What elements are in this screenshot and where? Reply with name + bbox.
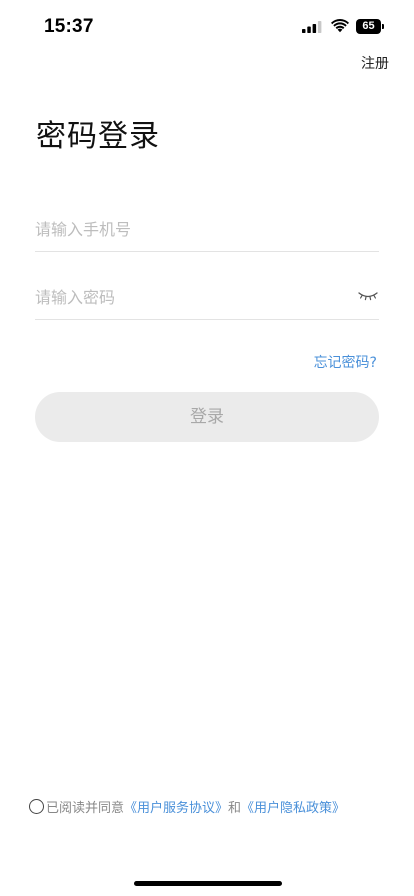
register-link[interactable]: 注册 xyxy=(361,53,389,73)
login-button[interactable]: 登录 xyxy=(35,392,379,442)
privacy-policy-link[interactable]: 《用户隐私政策》 xyxy=(241,797,345,816)
terms-of-service-link[interactable]: 《用户服务协议》 xyxy=(124,797,228,816)
battery-icon: 65 xyxy=(356,19,384,34)
wifi-icon xyxy=(331,19,349,33)
battery-cap xyxy=(382,24,384,29)
agreement-prefix: 已阅读并同意 xyxy=(46,800,125,816)
phone-field-row xyxy=(35,207,379,252)
battery-level: 65 xyxy=(356,19,381,34)
eye-closed-icon[interactable] xyxy=(357,289,379,303)
password-field-row xyxy=(35,275,379,320)
signal-icon xyxy=(302,21,322,33)
page-title: 密码登录 xyxy=(36,119,160,154)
phone-input[interactable] xyxy=(35,207,345,251)
agreement-row: 已阅读并同意 《用户服务协议》 和 《用户隐私政策》 xyxy=(29,796,345,816)
home-indicator xyxy=(134,881,282,886)
password-input[interactable] xyxy=(35,275,345,319)
agreement-checkbox[interactable] xyxy=(29,798,44,814)
forgot-password-link[interactable]: 忘记密码? xyxy=(314,352,377,372)
status-time: 15:37 xyxy=(44,16,94,37)
status-bar: 15:37 65 xyxy=(0,0,414,54)
agreement-conjunction: 和 xyxy=(228,800,242,816)
login-screen: 15:37 65 注册 密码登录 请输入手机号 忘记密码? 登录 已阅读并同意 … xyxy=(0,0,414,896)
